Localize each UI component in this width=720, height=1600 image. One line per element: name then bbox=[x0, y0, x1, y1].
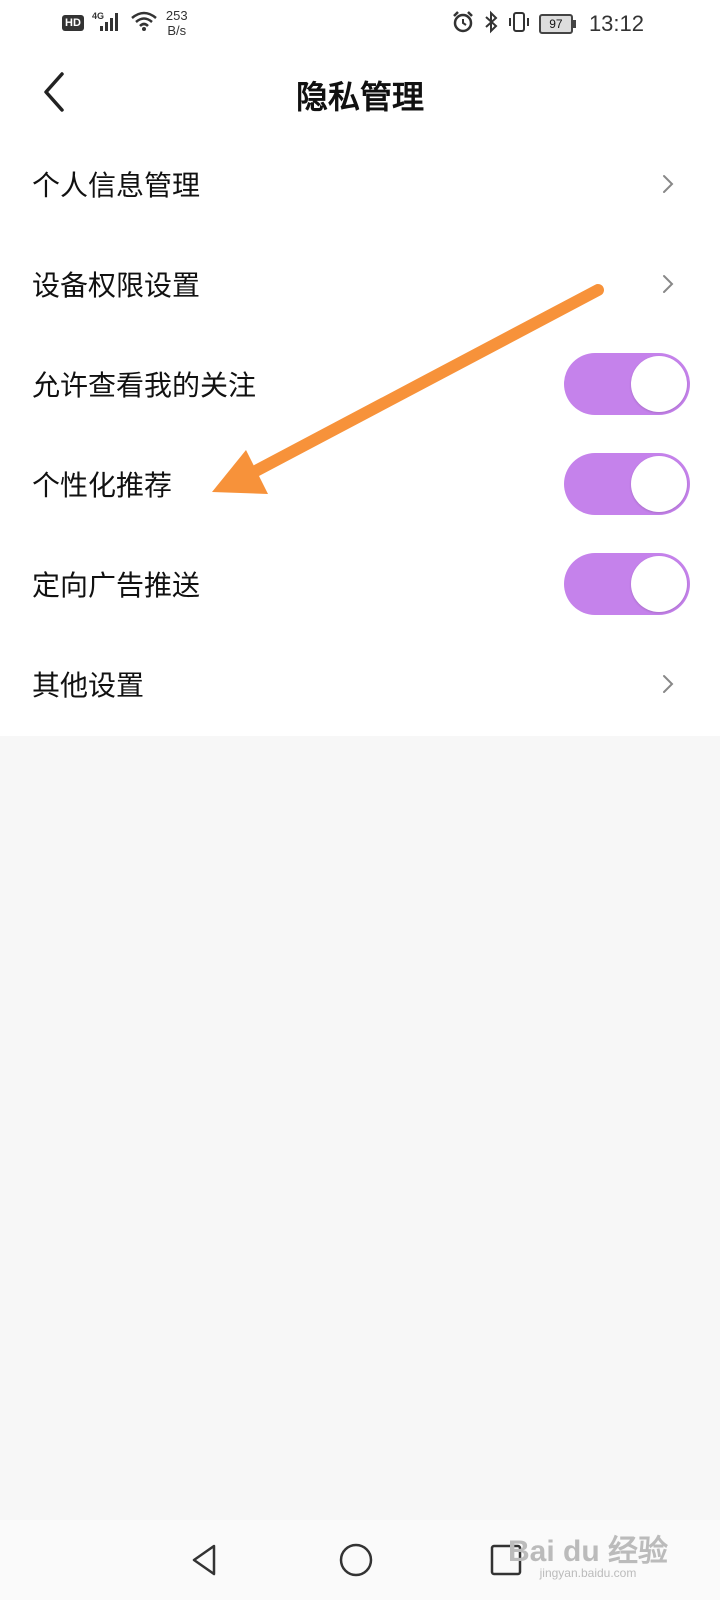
watermark-brand: Bai du 经验 bbox=[507, 1535, 668, 1568]
status-time: 13:12 bbox=[588, 11, 644, 36]
page-header: 隐私管理 bbox=[0, 50, 720, 134]
chevron-right-icon bbox=[663, 275, 674, 293]
battery-indicator: 97 bbox=[538, 14, 576, 34]
bluetooth-icon bbox=[483, 10, 499, 38]
chevron-right-icon bbox=[663, 175, 674, 193]
settings-row-other[interactable]: 其他设置 bbox=[0, 634, 720, 734]
page-title: 隐私管理 bbox=[295, 78, 424, 116]
status-bar: HD 4G 253 B/s 97 13:12 bbox=[0, 0, 720, 50]
allow-view-following-toggle[interactable] bbox=[564, 353, 690, 415]
alarm-icon bbox=[451, 10, 475, 38]
settings-row-label: 允许查看我的关注 bbox=[32, 369, 257, 402]
hd-badge: HD bbox=[62, 15, 84, 31]
settings-row-targeted-ads: 定向广告推送 bbox=[0, 534, 720, 634]
privacy-settings-list: 个人信息管理 设备权限设置 允许查看我的关注 个性化推荐 定向广告推送 其他设置 bbox=[0, 134, 720, 736]
settings-row-allow-view-following: 允许查看我的关注 bbox=[0, 334, 720, 434]
baidu-watermark: Bai du 经验 jingyan.baidu.com bbox=[507, 1535, 668, 1581]
circle-home-icon bbox=[339, 1543, 373, 1577]
nav-back-button[interactable] bbox=[186, 1540, 226, 1580]
signal-icon: 4G bbox=[92, 10, 122, 36]
network-speed: 253 B/s bbox=[166, 8, 188, 38]
settings-row-label: 个性化推荐 bbox=[32, 469, 173, 502]
settings-row-device-permissions[interactable]: 设备权限设置 bbox=[0, 234, 720, 334]
network-type: 4G bbox=[92, 11, 104, 21]
toggle-knob bbox=[631, 456, 687, 512]
vibrate-icon bbox=[507, 10, 531, 38]
triangle-back-icon bbox=[192, 1544, 216, 1576]
nav-home-button[interactable] bbox=[336, 1540, 376, 1580]
network-speed-unit: B/s bbox=[167, 23, 187, 38]
toggle-knob bbox=[631, 356, 687, 412]
settings-row-label: 设备权限设置 bbox=[32, 269, 201, 302]
settings-row-label: 其他设置 bbox=[32, 669, 145, 702]
network-speed-value: 253 bbox=[165, 8, 188, 23]
settings-row-label: 定向广告推送 bbox=[32, 569, 201, 602]
status-left: HD 4G 253 B/s bbox=[62, 8, 188, 38]
settings-row-label: 个人信息管理 bbox=[32, 169, 201, 202]
targeted-ads-toggle[interactable] bbox=[564, 553, 690, 615]
toggle-knob bbox=[631, 556, 687, 612]
chevron-right-icon bbox=[663, 675, 674, 693]
system-nav-bar: Bai du 经验 jingyan.baidu.com bbox=[0, 1520, 720, 1600]
watermark-url: jingyan.baidu.com bbox=[539, 1566, 637, 1580]
settings-row-personalized-recommendation: 个性化推荐 bbox=[0, 434, 720, 534]
settings-row-personal-info[interactable]: 个人信息管理 bbox=[0, 134, 720, 234]
status-right: 97 13:12 bbox=[451, 10, 644, 38]
wifi-icon bbox=[130, 10, 158, 36]
personalized-recommendation-toggle[interactable] bbox=[564, 453, 690, 515]
